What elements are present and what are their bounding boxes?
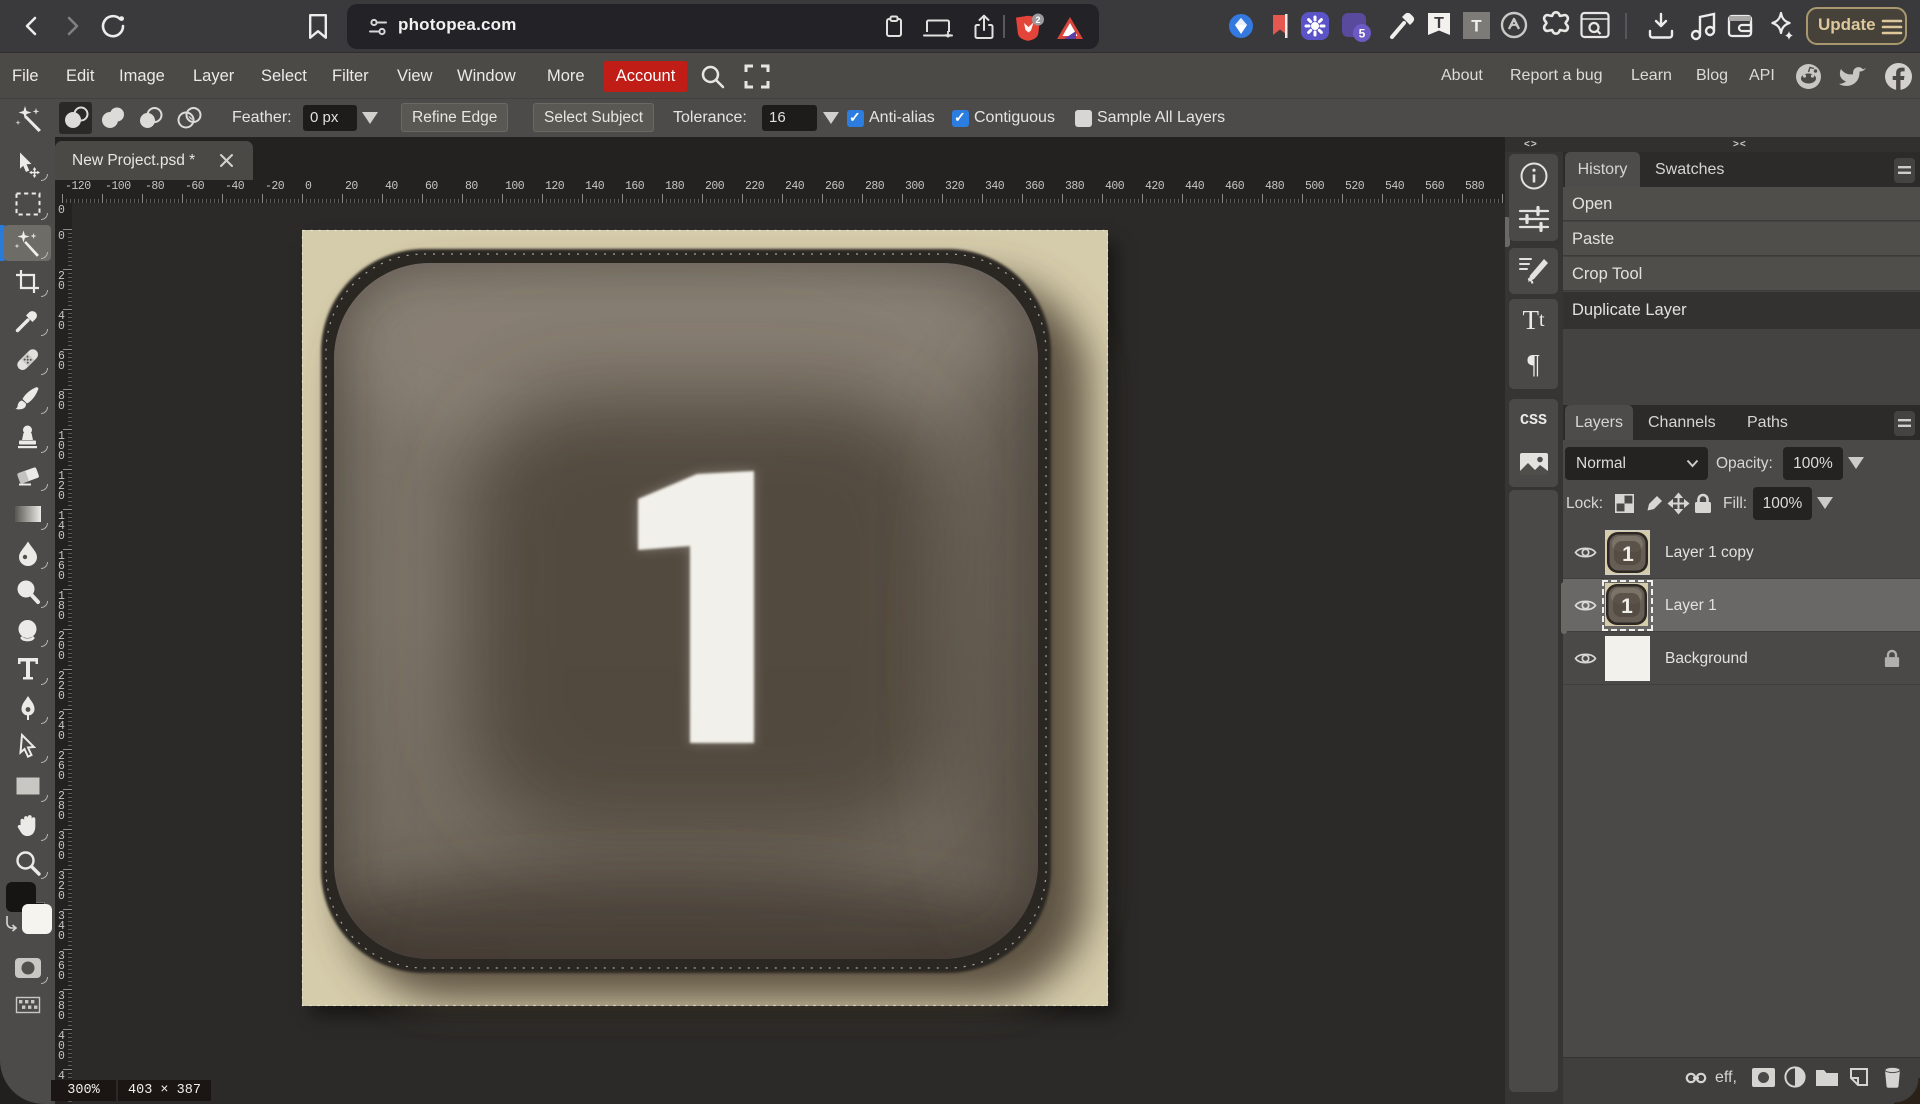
- svg-text:5: 5: [1359, 27, 1366, 41]
- svg-text:1: 1: [1621, 595, 1633, 618]
- svg-text:1: 1: [1622, 543, 1634, 566]
- svg-text:T: T: [1434, 15, 1444, 32]
- svg-text:2: 2: [1035, 15, 1040, 25]
- svg-text:T: T: [1471, 17, 1482, 36]
